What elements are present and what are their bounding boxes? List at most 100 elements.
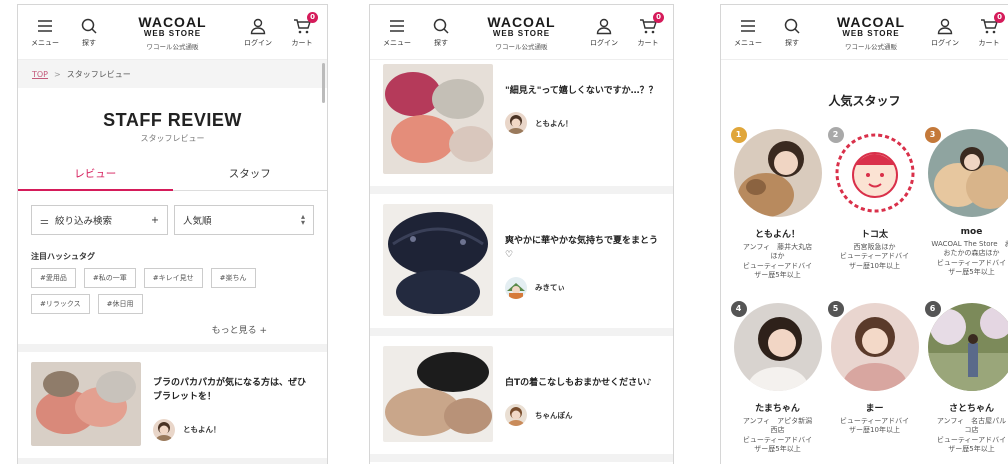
show-more-link[interactable]: もっと見る + [18, 314, 327, 344]
hashtag-chip[interactable]: #休日用 [97, 294, 143, 314]
avatar [505, 276, 527, 299]
menu-label: メニュー [734, 38, 762, 47]
rank-badge: 2 [827, 127, 844, 143]
login-button[interactable]: ログイン [930, 17, 960, 48]
tab-review[interactable]: レビュー [18, 156, 173, 191]
select-arrows-icon: ▴ ▾ [300, 211, 305, 227]
cart-count-badge: 0 [653, 11, 664, 23]
rank-badge: 6 [924, 301, 941, 317]
rank-badge: 5 [827, 301, 844, 317]
logo-webstore: WEB STORE [143, 29, 202, 38]
breadcrumb-top-link[interactable]: TOP [32, 70, 48, 79]
cart-label: カート [291, 38, 313, 47]
hamburger-icon [390, 19, 404, 32]
site-header: メニュー 探す WACOAL WEB STORE ワコール公式通販 ログイン 0… [370, 5, 673, 60]
staff-card[interactable]: 4 たまちゃん アンフィ アピタ新潟 西店 ビューティーアドバイ ザー歴5年以上 [729, 301, 826, 464]
scrollbar[interactable] [322, 63, 325, 103]
search-button[interactable]: 探す [74, 17, 104, 48]
hashtag-chip[interactable]: #楽ちん [210, 268, 256, 288]
staff-photo [733, 303, 822, 391]
avatar [153, 418, 175, 441]
site-logo[interactable]: WACOAL WEB STORE ワコール公式通販 [487, 14, 555, 51]
search-icon [433, 18, 449, 34]
avatar [505, 404, 527, 427]
search-button[interactable]: 探す [777, 17, 807, 48]
site-logo[interactable]: WACOAL WEB STORE ワコール公式通販 [837, 14, 905, 51]
tab-bar: レビュー スタッフ [18, 156, 327, 191]
staff-name: たまちゃん [755, 404, 800, 414]
sort-value: 人気順 [183, 216, 212, 227]
review-card[interactable]: "細見え"って嬉しくないですか…？？ ともよん！ [370, 60, 673, 194]
user-icon [596, 18, 612, 34]
staff-name: ともよん！ [754, 230, 800, 240]
review-feed-screen: メニュー 探す WACOAL WEB STORE ワコール公式通販 ログイン 0… [369, 4, 674, 464]
review-title: 爽やかに華やかな気持ちで夏をまとう♡ [505, 236, 659, 261]
menu-label: メニュー [383, 38, 411, 47]
staff-description: ビューティーアドバイ ザー歴10年以上 [839, 417, 910, 435]
hamburger-icon [38, 19, 52, 32]
logo-wacoal: WACOAL [138, 14, 207, 30]
cart-button[interactable]: 0 カート [974, 11, 1005, 48]
rank-badge: 3 [924, 127, 941, 143]
login-label: ログイン [244, 38, 272, 47]
logo-wacoal: WACOAL [487, 14, 556, 30]
cart-label: カート [637, 38, 659, 47]
staff-card[interactable]: 1 ともよん！ アンフィ 藤井大丸店 ほか ビューティーアドバイ ザー歴5年以上 [729, 127, 826, 303]
breadcrumb: TOP > スタッフレビュー [18, 60, 327, 88]
staff-photo [927, 303, 1008, 391]
site-header: メニュー 探す WACOAL WEB STORE ワコール公式通販 ログイン 0… [721, 5, 1008, 60]
author-name: ともよん！ [183, 425, 221, 435]
review-thumbnail [383, 64, 493, 174]
staff-name: さとちゃん [948, 404, 994, 414]
review-card[interactable]: ブラのパカパカが気になる方は、ぜひブラレットを！ ともよん！ [18, 352, 327, 464]
user-icon [250, 18, 266, 34]
hamburger-icon [741, 19, 755, 32]
tab-staff[interactable]: スタッフ [173, 156, 328, 190]
search-button[interactable]: 探す [426, 17, 456, 48]
review-card[interactable]: 白Tの着こなしもおまかせください♪ ちゃんぽん [370, 336, 673, 462]
review-thumbnail [383, 346, 493, 442]
site-logo[interactable]: WACOAL WEB STORE ワコール公式通販 [138, 14, 206, 51]
sort-select[interactable]: 人気順 ▴ ▾ [174, 205, 314, 235]
staff-card[interactable]: 2 トコ太 西宮阪急ほか ビューティーアドバイ ザー歴10年以上 [826, 127, 923, 303]
filter-label: 絞り込み検索 [54, 216, 112, 227]
hashtag-chip[interactable]: #愛用品 [31, 268, 76, 288]
filter-search-button[interactable]: ⚌ 絞り込み検索 + [31, 205, 168, 235]
hashtag-chip[interactable]: #私の一軍 [83, 268, 136, 288]
review-list-screen: メニュー 探す WACOAL WEB STORE ワコール公式通販 ログイン 0… [17, 4, 328, 464]
rank-badge: 4 [730, 301, 747, 317]
hashtag-chip[interactable]: #キレイ見せ [143, 268, 203, 288]
cart-button[interactable]: 0 カート [287, 11, 318, 48]
logo-webstore: WEB STORE [842, 29, 900, 38]
cart-count-badge: 0 [307, 11, 318, 23]
avatar [505, 112, 527, 135]
review-card[interactable]: 爽やかに華やかな気持ちで夏をまとう♡ みきてぃ [370, 194, 673, 336]
review-thumbnail [383, 204, 493, 316]
filter-sliders-icon: ⚌ [40, 216, 49, 227]
login-button[interactable]: ログイン [589, 17, 619, 48]
login-button[interactable]: ログイン [243, 17, 273, 48]
menu-button[interactable]: メニュー [382, 17, 412, 48]
site-header: メニュー 探す WACOAL WEB STORE ワコール公式通販 ログイン 0… [18, 5, 327, 60]
menu-label: メニュー [31, 38, 59, 47]
author-name: ちゃんぽん [535, 410, 573, 420]
staff-card[interactable]: 5 まー ビューティーアドバイ ザー歴10年以上 [826, 301, 923, 464]
review-title: ブラのパカパカが気になる方は、ぜひブラレットを！ [153, 378, 307, 403]
staff-description: アンフィ 藤井大丸店 ほか ビューティーアドバイ ザー歴5年以上 [742, 243, 813, 280]
staff-card[interactable]: 3 moe WACOAL The Store お おたかの森店ほか ビューティー… [923, 127, 1008, 303]
login-label: ログイン [931, 38, 959, 47]
menu-button[interactable]: メニュー [733, 17, 763, 48]
review-title: "細見え"って嬉しくないですか…？？ [505, 86, 658, 96]
login-label: ログイン [590, 38, 618, 47]
popular-staff-screen: メニュー 探す WACOAL WEB STORE ワコール公式通販 ログイン 0… [720, 4, 1008, 464]
staff-description: アンフィ 名古屋パル コ店 ビューティーアドバイ ザー歴5年以上 [936, 417, 1007, 454]
hashtag-chip[interactable]: #リラックス [31, 294, 90, 314]
menu-button[interactable]: メニュー [30, 17, 60, 48]
logo-wacoal: WACOAL [836, 14, 906, 30]
cart-button[interactable]: 0 カート [633, 11, 664, 48]
page-title: STAFF REVIEW [103, 110, 242, 130]
staff-name: moe [960, 227, 983, 237]
search-label: 探す [785, 38, 799, 47]
logo-subtitle: ワコール公式通販 [146, 43, 199, 51]
staff-card[interactable]: 6 さとちゃん アンフィ 名古屋パル コ店 ビューティーアドバイ ザー歴5年以上 [923, 301, 1008, 464]
